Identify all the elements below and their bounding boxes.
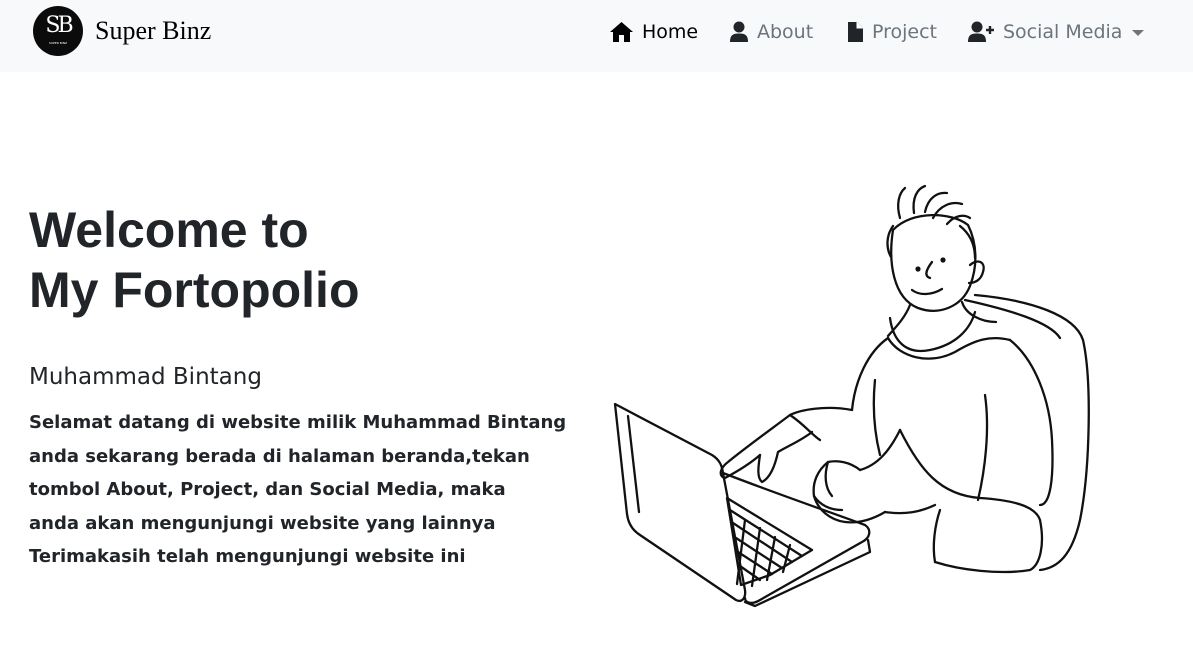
file-icon (847, 21, 864, 43)
description-line: Terimakasih telah mengunjungi website in… (29, 546, 466, 567)
hero-title: Welcome to My Fortopolio (29, 200, 360, 320)
nav-home-label: Home (642, 21, 699, 43)
brand-logo: SB SUPER BINZ (33, 6, 83, 56)
user-plus-icon (968, 21, 995, 43)
nav-about[interactable]: About (729, 16, 813, 48)
hero-title-line: Welcome to (29, 202, 309, 258)
nav-about-label: About (757, 21, 814, 43)
hero-title-line: My Fortopolio (29, 262, 360, 318)
user-icon (729, 21, 749, 43)
nav-social-media-dropdown[interactable]: Social Media (968, 16, 1145, 48)
nav-social-media-label: Social Media (1003, 21, 1123, 43)
navbar: SB SUPER BINZ Super Binz Home About Proj… (0, 0, 1193, 72)
description-line: anda akan mengunjungi website yang lainn… (29, 512, 496, 534)
description-line: tombol About, Project, dan Social Media,… (29, 479, 506, 500)
chevron-down-icon (1132, 30, 1145, 36)
nav-project-label: Project (872, 21, 938, 43)
owner-name: Muhammad Bintang (29, 364, 262, 390)
description-line: Selamat datang di website milik Muhammad… (29, 412, 567, 433)
logo-monogram: SB (45, 13, 73, 38)
nav-home[interactable]: Home (609, 16, 698, 48)
nav-project[interactable]: Project (847, 16, 937, 48)
welcome-description: Selamat datang di website milik Muhammad… (29, 406, 589, 574)
brand-name: Super Binz (95, 16, 212, 45)
description-line: anda sekarang berada di halaman beranda,… (29, 445, 530, 467)
brand-link[interactable]: SB SUPER BINZ Super Binz (33, 6, 211, 56)
home-icon (609, 21, 634, 43)
person-with-laptop-illustration (613, 184, 1090, 608)
logo-subtext: SUPER BINZ (48, 41, 68, 45)
